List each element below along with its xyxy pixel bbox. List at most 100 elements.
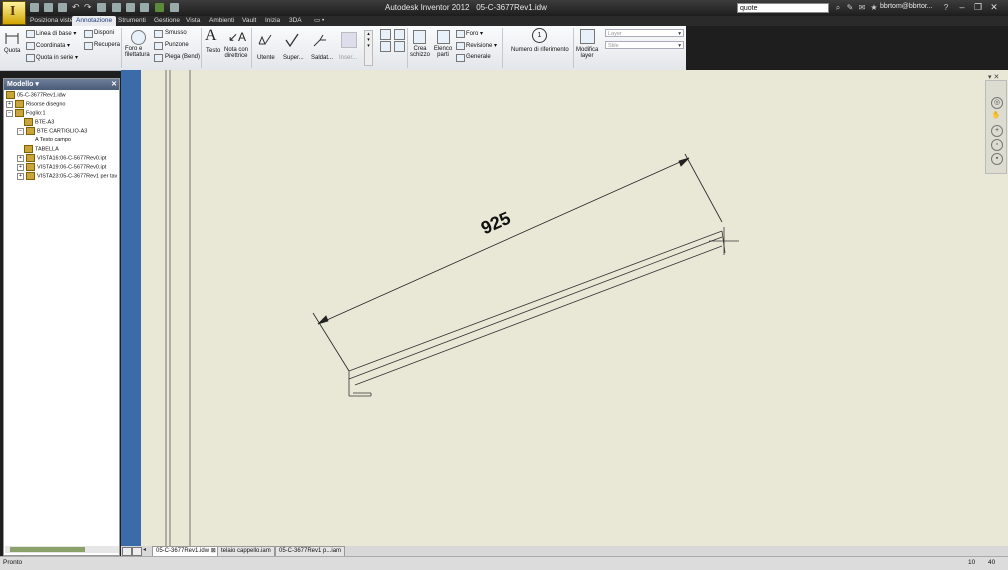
tree-item[interactable]: BTE-A3 xyxy=(24,118,54,127)
model-browser-header[interactable]: Modello ▾ ✕ xyxy=(4,79,119,90)
cascade-icon[interactable] xyxy=(132,547,142,556)
application-menu-button[interactable]: I xyxy=(2,1,26,25)
retrieve-button[interactable]: Recupera xyxy=(94,42,120,48)
ordinate-icon xyxy=(26,42,35,50)
user-symbol-button[interactable]: Utente xyxy=(257,55,275,61)
tab-vault[interactable]: Vault xyxy=(238,16,260,26)
tree-item[interactable]: − BTE CARTIGLIO-A3 xyxy=(17,127,87,136)
parts-list-icon xyxy=(437,30,450,44)
bisector-icon[interactable] xyxy=(394,29,405,40)
tree-item[interactable]: 05-C-3677Rev1.idw xyxy=(6,91,66,100)
new-icon[interactable] xyxy=(30,3,39,12)
create-sketch-button[interactable]: Crea schizzo xyxy=(410,46,430,58)
gallery-scroll[interactable]: ▴ ▾ ▾ xyxy=(364,30,373,66)
parts-list-button[interactable]: Elenco parti xyxy=(433,46,453,58)
arrange-icon xyxy=(84,30,93,38)
user-account[interactable]: bbrtom@bbrtor... xyxy=(880,3,933,10)
material-icon[interactable] xyxy=(155,3,164,12)
navbar-controls[interactable]: ▾ ✕ xyxy=(988,73,999,81)
bend-icon xyxy=(154,54,163,62)
revision-button[interactable]: Revisione ▾ xyxy=(466,42,497,49)
restore-icon[interactable]: ❐ xyxy=(972,3,984,12)
open-icon[interactable] xyxy=(44,3,53,12)
undo-icon[interactable]: ↶ xyxy=(72,3,81,12)
help-icon[interactable]: ? xyxy=(942,4,950,12)
folder-icon xyxy=(15,100,24,108)
communication-icon[interactable]: ✉ xyxy=(858,4,866,12)
tile-icon[interactable] xyxy=(122,547,132,556)
centerline-icon[interactable] xyxy=(380,29,391,40)
tab-3da[interactable]: 3DA xyxy=(285,16,306,26)
style-select[interactable]: Stile ▾ xyxy=(605,41,684,49)
update-icon[interactable] xyxy=(126,3,135,12)
baseline-button[interactable]: Linea di base ▾ xyxy=(36,30,76,37)
tree-item[interactable]: + VISTA16:06-C-5677Rev0.ipt xyxy=(17,154,106,163)
separator xyxy=(201,28,202,68)
surface-texture-icon xyxy=(284,32,300,50)
layer-select[interactable]: Layer ▾ xyxy=(605,29,684,37)
tab-more[interactable]: ▭ • xyxy=(310,16,328,26)
tree-item[interactable]: + VISTA19:06-C-5677Rev0.ipt xyxy=(17,163,106,172)
close-icon[interactable]: ✕ xyxy=(988,3,1000,12)
zoom-all-icon[interactable]: ▪ xyxy=(991,153,1003,165)
browser-scroll-thumb[interactable] xyxy=(10,547,85,552)
chamfer-button[interactable]: Smusso xyxy=(165,30,187,36)
tree-item[interactable]: + Risorse disegno xyxy=(6,100,65,109)
balloon-button[interactable]: Numero di riferimento xyxy=(511,47,569,53)
ordinate-button[interactable]: Coordinata ▾ xyxy=(36,42,70,49)
model-close-icon[interactable]: ✕ xyxy=(111,79,117,90)
tree-item[interactable]: + VISTA23:05-C-3677Rev1 per tav xyxy=(17,172,117,181)
general-table-icon xyxy=(456,54,465,62)
redo-icon[interactable]: ↷ xyxy=(84,3,93,12)
tab-inizia[interactable]: Inizia xyxy=(261,16,284,26)
centermark-icon[interactable] xyxy=(380,41,391,52)
appearance-icon[interactable] xyxy=(170,3,179,12)
collapse-icon: − xyxy=(6,109,13,117)
search-icon[interactable]: ⌕ xyxy=(834,4,842,12)
zoom-icon[interactable]: + xyxy=(991,125,1003,137)
hole-table-button[interactable]: Foro ▾ xyxy=(466,30,483,37)
sheet-icon xyxy=(15,109,24,117)
select-icon[interactable] xyxy=(140,3,149,12)
pan-icon[interactable]: ✋ xyxy=(991,111,1001,121)
border-icon xyxy=(24,118,33,126)
tree-item[interactable]: A Testo campo xyxy=(35,136,71,145)
drawing-sheet[interactable] xyxy=(141,70,1008,547)
punch-button[interactable]: Punzone xyxy=(165,42,189,48)
tab-posiziona-viste[interactable]: Posiziona viste xyxy=(26,16,77,26)
zoom-window-icon[interactable]: ▫ xyxy=(991,139,1003,151)
chain-button[interactable]: Quota in serie ▾ xyxy=(36,54,78,61)
expand-icon: + xyxy=(17,154,24,162)
tab-strumenti[interactable]: Strumenti xyxy=(114,16,150,26)
quota-button[interactable] xyxy=(4,30,20,46)
subscription-icon[interactable]: ✎ xyxy=(846,4,854,12)
hole-table-icon xyxy=(456,30,465,38)
text-button[interactable]: Testo xyxy=(206,48,220,54)
document-name: 05-C-3677Rev1.idw xyxy=(476,3,547,12)
measure-icon[interactable] xyxy=(112,3,121,12)
insert-button[interactable]: Inser... xyxy=(339,55,357,61)
tab-gestione[interactable]: Gestione xyxy=(150,16,184,26)
steering-wheel-icon[interactable]: ◎ xyxy=(991,97,1003,109)
bend-button[interactable]: Piega (Bend) xyxy=(165,54,200,60)
tab-vista[interactable]: Vista xyxy=(182,16,204,26)
weld-button[interactable]: Saldat... xyxy=(311,55,333,61)
general-table-button[interactable]: Generale xyxy=(466,54,491,60)
edit-layer-button[interactable]: Modifica layer xyxy=(576,47,598,59)
minimize-icon[interactable]: – xyxy=(956,3,968,12)
favorites-icon[interactable]: ★ xyxy=(870,4,878,12)
leader-text-button[interactable]: Nota con direttrice xyxy=(223,47,249,59)
print-icon[interactable] xyxy=(97,3,106,12)
pattern-icon[interactable] xyxy=(394,41,405,52)
search-input[interactable]: quote xyxy=(737,3,829,13)
tree-item[interactable]: TABELLA xyxy=(24,145,59,154)
tab-annotazione[interactable]: Annotazione xyxy=(72,16,117,26)
tab-ambienti[interactable]: Ambienti xyxy=(205,16,238,26)
view-icon xyxy=(26,163,35,171)
save-icon[interactable] xyxy=(58,3,67,12)
arrange-button[interactable]: Disponi xyxy=(94,30,114,36)
tab-scroll-left-icon[interactable]: ◂ xyxy=(143,546,146,553)
tree-item[interactable]: − Foglio:1 xyxy=(6,109,46,118)
hole-thread-button[interactable]: Foro e filettatura xyxy=(125,46,152,58)
surface-button[interactable]: Super... xyxy=(283,55,304,61)
